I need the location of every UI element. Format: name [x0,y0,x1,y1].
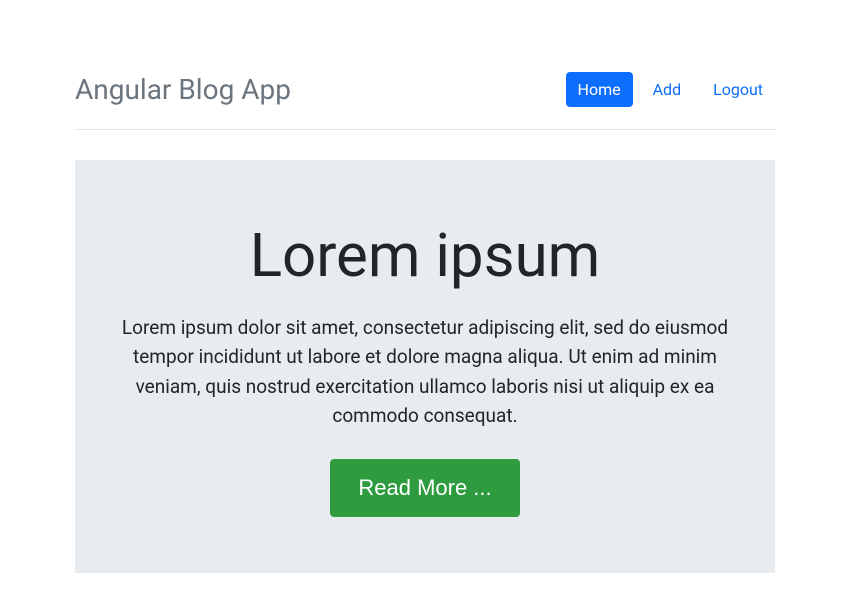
navbar: Angular Blog App Home Add Logout [75,72,775,130]
post-body: Lorem ipsum dolor sit amet, consectetur … [115,313,735,431]
post-title: Lorem ipsum [115,220,735,291]
nav-add[interactable]: Add [641,72,693,107]
nav-home[interactable]: Home [566,72,633,107]
post-card: Lorem ipsum Lorem ipsum dolor sit amet, … [75,160,775,573]
nav-links: Home Add Logout [566,72,775,107]
page-container: Angular Blog App Home Add Logout Lorem i… [75,0,775,573]
nav-logout[interactable]: Logout [701,72,775,107]
brand-title: Angular Blog App [75,73,291,106]
read-more-button[interactable]: Read More ... [330,459,519,517]
